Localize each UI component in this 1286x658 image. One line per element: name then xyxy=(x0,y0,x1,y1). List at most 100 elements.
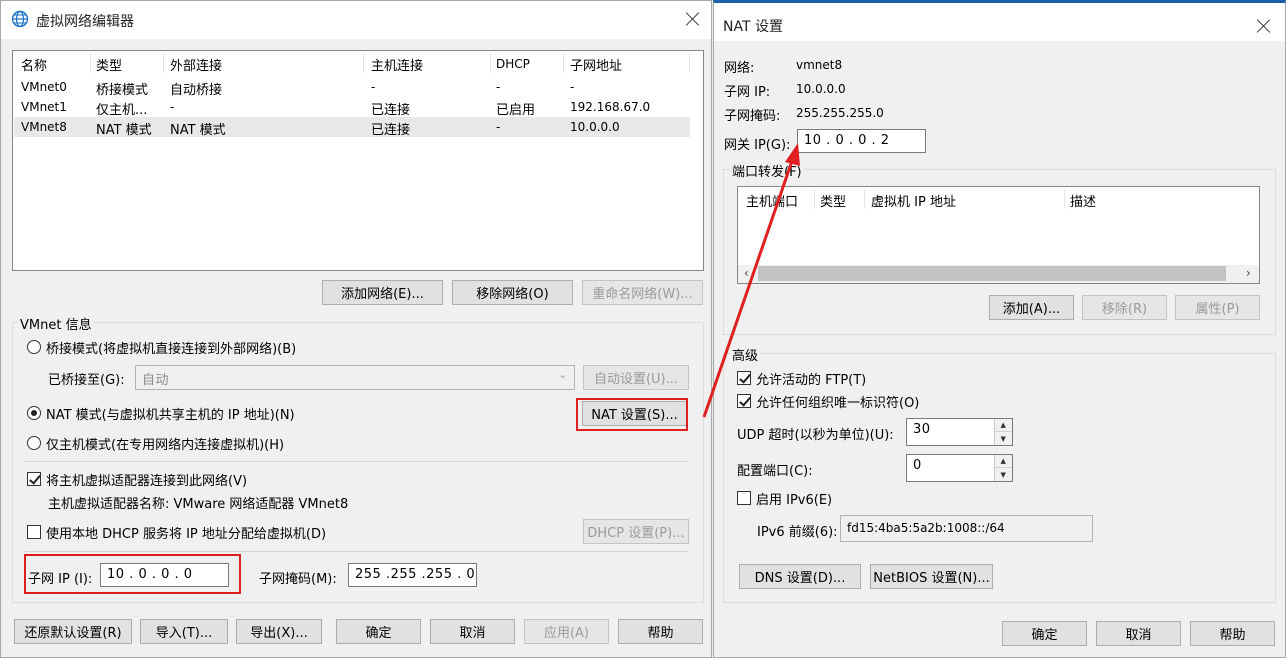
allow-org-id-label[interactable]: 允许任何组织唯一标识符(O) xyxy=(756,392,919,411)
host-only-label[interactable]: 仅主机模式(在专用网络内连接虚拟机)(H) xyxy=(46,434,284,453)
col-header-subnet[interactable]: 子网地址 xyxy=(570,55,622,74)
divider xyxy=(25,551,689,552)
bridged-to-label: 已桥接至(G): xyxy=(48,373,125,388)
restore-defaults-button[interactable]: 还原默认设置(R) xyxy=(14,619,132,644)
scroll-left-icon[interactable]: ‹ xyxy=(744,266,749,280)
ok-button[interactable]: 确定 xyxy=(1002,621,1087,646)
spin-down-icon[interactable]: ▼ xyxy=(995,432,1012,445)
close-icon[interactable] xyxy=(1256,18,1272,34)
cell: - xyxy=(371,80,376,94)
dns-settings-button[interactable]: DNS 设置(D)... xyxy=(739,564,861,589)
netbios-settings-button[interactable]: NetBIOS 设置(N)... xyxy=(870,564,993,589)
enable-ipv6-checkbox[interactable] xyxy=(737,491,751,505)
add-button[interactable]: 添加(A)... xyxy=(989,295,1074,320)
vmnet-info-label: VMnet 信息 xyxy=(18,314,94,333)
auto-settings-button[interactable]: 自动设置(U)... xyxy=(583,365,689,390)
remove-network-button[interactable]: 移除网络(O) xyxy=(452,280,573,305)
col-divider xyxy=(563,53,564,73)
add-network-button[interactable]: 添加网络(E)... xyxy=(322,280,443,305)
cell: 10.0.0.0 xyxy=(570,120,620,134)
cell: 已连接 xyxy=(371,103,411,118)
virtual-network-editor-window: 虚拟网络编辑器 名称 类型 外部连接 主机连接 DHCP 子网地址 VMnet0… xyxy=(0,0,712,658)
cancel-button[interactable]: 取消 xyxy=(1096,621,1181,646)
allow-org-id-checkbox[interactable] xyxy=(737,394,751,408)
dhcp-settings-button[interactable]: DHCP 设置(P)... xyxy=(583,519,689,544)
apply-button[interactable]: 应用(A) xyxy=(524,619,609,644)
spin-down-icon[interactable]: ▼ xyxy=(995,468,1012,481)
scrollbar-thumb[interactable] xyxy=(758,266,1226,281)
col-header-host[interactable]: 主机连接 xyxy=(371,55,423,74)
use-dhcp-checkbox[interactable] xyxy=(27,525,41,539)
udp-timeout-value: 30 xyxy=(913,422,931,437)
col-divider xyxy=(90,53,91,73)
cancel-button[interactable]: 取消 xyxy=(430,619,515,644)
help-button[interactable]: 帮助 xyxy=(1190,621,1275,646)
cell: 已启用 xyxy=(496,103,536,118)
import-button[interactable]: 导入(T)... xyxy=(140,619,228,644)
gateway-ip-field[interactable]: 10 . 0 . 0 . 2 xyxy=(797,129,926,153)
col-header-host-port[interactable]: 主机端口 xyxy=(746,191,798,210)
connect-adapter-label[interactable]: 将主机虚拟适配器连接到此网络(V) xyxy=(46,470,247,489)
remove-button[interactable]: 移除(R) xyxy=(1082,295,1167,320)
rename-network-button[interactable]: 重命名网络(W)... xyxy=(582,280,703,305)
cell: VMnet0 xyxy=(21,80,67,94)
spinner[interactable]: ▲ ▼ xyxy=(994,455,1012,481)
allow-ftp-checkbox[interactable] xyxy=(737,371,751,385)
col-divider xyxy=(1064,189,1065,209)
network-list[interactable]: 名称 类型 外部连接 主机连接 DHCP 子网地址 VMnet0 桥接模式 自动… xyxy=(12,50,704,271)
scroll-right-icon[interactable]: › xyxy=(1246,266,1251,280)
horizontal-scrollbar[interactable]: ‹ › xyxy=(738,265,1259,283)
bridged-to-select[interactable]: 自动 ⌄ xyxy=(135,365,575,390)
col-header-name[interactable]: 名称 xyxy=(21,55,47,74)
cell: 已连接 xyxy=(371,123,411,138)
use-dhcp-label[interactable]: 使用本地 DHCP 服务将 IP 地址分配给虚拟机(D) xyxy=(46,523,326,542)
close-icon[interactable] xyxy=(685,11,701,27)
window-title: NAT 设置 xyxy=(723,19,783,35)
spin-up-icon[interactable]: ▲ xyxy=(995,419,1012,432)
cell: 自动桥接 xyxy=(170,83,223,98)
col-header-type[interactable]: 类型 xyxy=(820,191,846,210)
nat-mode-label[interactable]: NAT 模式(与虚拟机共享主机的 IP 地址)(N) xyxy=(46,404,295,423)
title-bar: NAT 设置 xyxy=(714,3,1285,41)
subnet-mask-field[interactable]: 255 .255 .255 . 0 xyxy=(348,563,477,587)
bridge-mode-radio[interactable] xyxy=(27,340,41,354)
export-button[interactable]: 导出(X)... xyxy=(236,619,322,644)
col-divider xyxy=(864,189,865,209)
col-header-type[interactable]: 类型 xyxy=(96,55,122,74)
properties-button[interactable]: 属性(P) xyxy=(1175,295,1260,320)
spin-up-icon[interactable]: ▲ xyxy=(995,455,1012,468)
table-row[interactable]: VMnet1 仅主机... - 已连接 已启用 192.168.67.0 xyxy=(14,97,690,118)
enable-ipv6-label[interactable]: 启用 IPv6(E) xyxy=(756,489,832,508)
config-port-stepper[interactable]: 0 ▲ ▼ xyxy=(906,454,1013,482)
nat-mode-radio[interactable] xyxy=(27,406,41,420)
ok-button[interactable]: 确定 xyxy=(336,619,421,644)
spinner[interactable]: ▲ ▼ xyxy=(994,419,1012,445)
help-button[interactable]: 帮助 xyxy=(618,619,703,644)
network-label: 网络: xyxy=(724,61,755,76)
col-header-vm-ip[interactable]: 虚拟机 IP 地址 xyxy=(871,191,956,210)
cell: 仅主机... xyxy=(96,103,148,118)
udp-timeout-stepper[interactable]: 30 ▲ ▼ xyxy=(906,418,1013,446)
config-port-value: 0 xyxy=(913,458,922,473)
subnet-mask-value: 255.255.255.0 xyxy=(796,106,884,120)
ipv6-prefix-field[interactable]: fd15:4ba5:5a2b:1008::/64 xyxy=(840,515,1093,542)
table-row[interactable]: VMnet0 桥接模式 自动桥接 - - - xyxy=(14,77,690,98)
connect-adapter-checkbox[interactable] xyxy=(27,472,41,486)
col-header-description[interactable]: 描述 xyxy=(1070,191,1096,210)
cell: - xyxy=(570,80,575,94)
host-only-radio[interactable] xyxy=(27,436,41,450)
col-header-external[interactable]: 外部连接 xyxy=(170,55,222,74)
cell: NAT 模式 xyxy=(96,123,152,138)
adapter-name-text: 主机虚拟适配器名称: VMware 网络适配器 VMnet8 xyxy=(48,497,349,512)
cell: - xyxy=(496,80,501,94)
col-divider xyxy=(163,53,164,73)
bridge-mode-label[interactable]: 桥接模式(将虚拟机直接连接到外部网络)(B) xyxy=(46,338,296,357)
col-header-dhcp[interactable]: DHCP xyxy=(496,57,530,71)
table-row-selected[interactable]: VMnet8 NAT 模式 NAT 模式 已连接 - 10.0.0.0 xyxy=(14,117,690,138)
bridged-to-value: 自动 xyxy=(142,373,170,388)
allow-ftp-label[interactable]: 允许活动的 FTP(T) xyxy=(756,369,866,388)
cell: VMnet1 xyxy=(21,100,67,114)
port-forwarding-list[interactable]: 主机端口 类型 虚拟机 IP 地址 描述 ‹ › xyxy=(737,186,1260,284)
divider xyxy=(25,461,689,462)
col-divider xyxy=(490,53,491,73)
